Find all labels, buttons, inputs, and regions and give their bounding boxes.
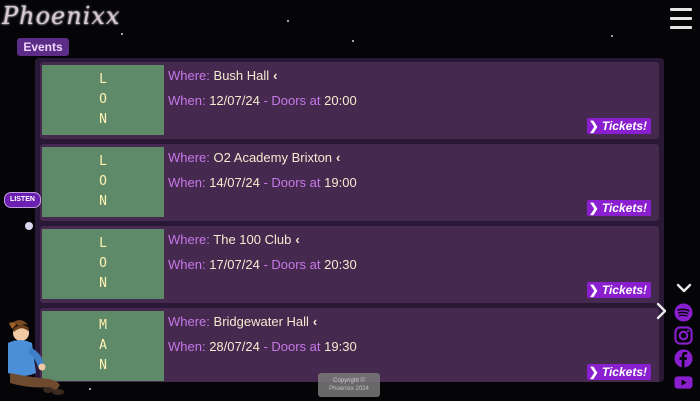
chevron-left-icon[interactable]: ‹ (273, 68, 277, 83)
tickets-button[interactable]: ❯ Tickets! (586, 282, 651, 298)
facebook-icon[interactable] (674, 349, 693, 368)
tab-events[interactable]: Events (17, 38, 69, 56)
event-card: L O N Where: O2 Academy Brixton ‹ When: 1… (40, 144, 659, 221)
city-code-block: L O N (42, 147, 164, 217)
event-when: When: 12/07/24 - Doors at 20:00 (168, 93, 357, 108)
city-letter: L (99, 154, 107, 169)
tickets-label: Tickets! (601, 201, 647, 215)
venue-name: Bridgewater Hall (213, 314, 309, 329)
chevron-right-icon: ❯ (588, 283, 599, 297)
chevron-left-icon[interactable]: ‹ (336, 150, 340, 165)
brand-logo[interactable]: Phoenixx (2, 2, 120, 30)
event-date: 28/07/24 (209, 339, 260, 354)
copyright-notice: Copyright © Phoenixx 2024 (318, 373, 380, 397)
tickets-button[interactable]: ❯ Tickets! (586, 118, 651, 134)
instagram-icon[interactable] (674, 326, 693, 345)
where-label: Where: (168, 68, 210, 83)
tickets-button[interactable]: ❯ Tickets! (586, 200, 651, 216)
spotify-icon[interactable] (674, 303, 693, 322)
when-label: When: (168, 175, 206, 190)
event-where: Where: Bridgewater Hall ‹ (168, 314, 317, 329)
event-card: L O N Where: Bush Hall ‹ When: 12/07/24 -… (40, 62, 659, 139)
doors-time: 20:00 (324, 93, 357, 108)
doors-time: 20:30 (324, 257, 357, 272)
doors-label: - Doors at (263, 257, 321, 272)
sitting-character-illustration (8, 320, 64, 395)
copyright-line: Phoenixx 2024 (329, 386, 369, 392)
tickets-label: Tickets! (601, 119, 647, 133)
listen-button[interactable]: LISTEN (4, 192, 41, 208)
city-letter: O (99, 92, 107, 107)
event-when: When: 14/07/24 - Doors at 19:00 (168, 175, 357, 190)
where-label: Where: (168, 314, 210, 329)
city-letter: N (99, 194, 107, 209)
chevron-left-icon[interactable]: ‹ (295, 232, 299, 247)
chevron-right-icon: ❯ (588, 365, 599, 379)
when-label: When: (168, 93, 206, 108)
city-code-block: L O N (42, 229, 164, 299)
tickets-label: Tickets! (601, 365, 647, 379)
where-label: Where: (168, 232, 210, 247)
city-letter: N (99, 276, 107, 291)
chevron-right-icon: ❯ (588, 119, 599, 133)
event-card: L O N Where: The 100 Club ‹ When: 17/07/2… (40, 226, 659, 303)
city-code-block: L O N (42, 65, 164, 135)
city-letter: L (99, 72, 107, 87)
when-label: When: (168, 257, 206, 272)
doors-time: 19:00 (324, 175, 357, 190)
event-date: 12/07/24 (209, 93, 260, 108)
event-where: Where: The 100 Club ‹ (168, 232, 300, 247)
city-letter: A (99, 338, 107, 353)
tickets-button[interactable]: ❯ Tickets! (586, 364, 651, 380)
event-where: Where: Bush Hall ‹ (168, 68, 278, 83)
chevron-down-icon[interactable] (676, 282, 692, 294)
events-panel[interactable]: L O N Where: Bush Hall ‹ When: 12/07/24 -… (35, 58, 664, 382)
city-letter: M (99, 318, 107, 333)
copyright-line: Copyright © (333, 378, 365, 384)
chevron-right-icon: ❯ (588, 201, 599, 215)
tickets-label: Tickets! (601, 283, 647, 297)
event-date: 14/07/24 (209, 175, 260, 190)
event-date: 17/07/24 (209, 257, 260, 272)
doors-time: 19:30 (324, 339, 357, 354)
doors-label: - Doors at (263, 175, 321, 190)
doors-label: - Doors at (263, 93, 321, 108)
venue-name: Bush Hall (213, 68, 270, 83)
venue-name: The 100 Club (213, 232, 292, 247)
chevron-left-icon[interactable]: ‹ (313, 314, 317, 329)
youtube-icon[interactable] (674, 373, 693, 392)
chevron-right-icon[interactable] (655, 302, 667, 320)
when-label: When: (168, 339, 206, 354)
where-label: Where: (168, 150, 210, 165)
event-card: M A N Where: Bridgewater Hall ‹ When: 28/… (40, 308, 659, 382)
doors-label: - Doors at (263, 339, 321, 354)
city-letter: N (99, 358, 107, 373)
city-letter: N (99, 112, 107, 127)
city-letter: L (99, 236, 107, 251)
event-when: When: 17/07/24 - Doors at 20:30 (168, 257, 357, 272)
city-letter: O (99, 256, 107, 271)
city-letter: O (99, 174, 107, 189)
hamburger-icon[interactable] (670, 8, 692, 30)
venue-name: O2 Academy Brixton (213, 150, 333, 165)
event-when: When: 28/07/24 - Doors at 19:30 (168, 339, 357, 354)
event-where: Where: O2 Academy Brixton ‹ (168, 150, 340, 165)
